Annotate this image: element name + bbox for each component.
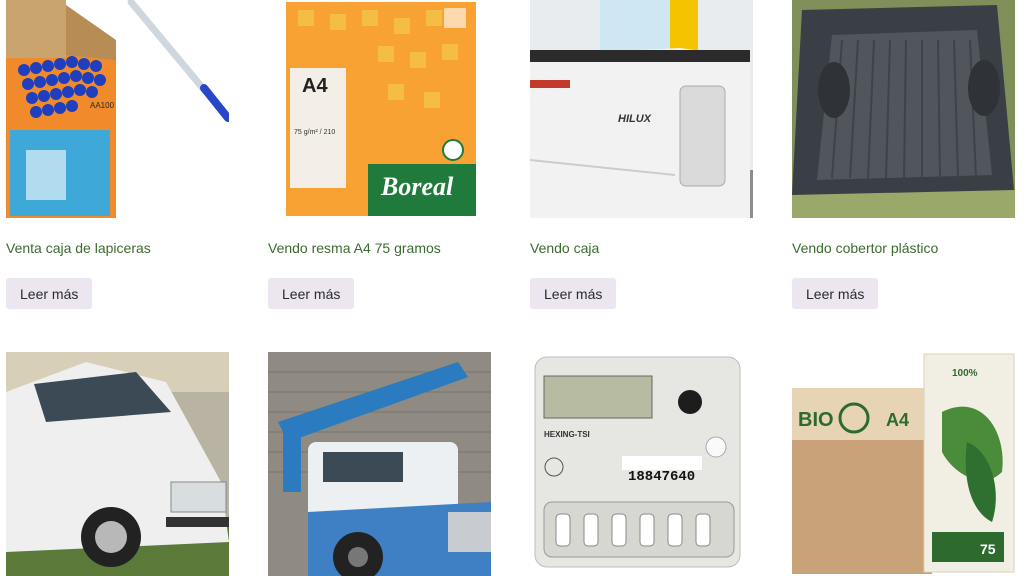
paper-weight: 75 g/m² / 210	[294, 129, 335, 136]
bio-size: A4	[886, 410, 909, 430]
product-image-crane-truck[interactable]	[268, 352, 491, 576]
product-card	[268, 352, 491, 576]
meter-serial: 18847640	[628, 469, 695, 485]
bio-brand: BIO	[798, 409, 834, 431]
bio-percent: 100%	[952, 368, 978, 379]
product-title[interactable]: Vendo caja	[530, 240, 599, 256]
product-image-car[interactable]	[6, 352, 229, 576]
product-card	[6, 352, 229, 576]
meter-brand: HEXING-TSI	[544, 430, 590, 439]
read-more-button[interactable]: Leer más	[268, 278, 355, 309]
product-title[interactable]: Vendo cobertor plástico	[792, 240, 938, 256]
product-image-pens[interactable]: AA100	[6, 0, 229, 218]
product-card: HILUX Vendo caja Leer más	[530, 0, 753, 309]
product-title[interactable]: Venta caja de lapiceras	[6, 240, 151, 256]
pen-box-brand: AA100	[90, 101, 115, 110]
product-image-paper[interactable]: A4 75 g/m² / 210 Boreal	[268, 0, 491, 218]
product-card: AA100 Venta caja de lapiceras Leer más	[6, 0, 229, 309]
product-image-meter[interactable]: HEXING-TSI 18847640	[530, 352, 753, 576]
truck-model: HILUX	[618, 113, 652, 125]
product-card: A4 75 g/m² / 210 Boreal Vendo resma A4 7…	[268, 0, 491, 309]
product-image-truck-bed[interactable]: HILUX	[530, 0, 753, 218]
product-card: BIO A4 100% 75	[792, 352, 1015, 576]
paper-brand: Boreal	[380, 172, 454, 201]
read-more-button[interactable]: Leer más	[792, 278, 879, 309]
product-image-bio-paper[interactable]: BIO A4 100% 75	[792, 352, 1015, 576]
product-title[interactable]: Vendo resma A4 75 gramos	[268, 240, 441, 256]
read-more-button[interactable]: Leer más	[530, 278, 617, 309]
product-image-bed-liner[interactable]	[792, 0, 1015, 218]
read-more-button[interactable]: Leer más	[6, 278, 93, 309]
product-card: Vendo cobertor plástico Leer más	[792, 0, 1015, 309]
paper-size: A4	[302, 75, 328, 97]
product-card: HEXING-TSI 18847640	[530, 352, 753, 576]
bio-weight: 75	[980, 541, 996, 557]
